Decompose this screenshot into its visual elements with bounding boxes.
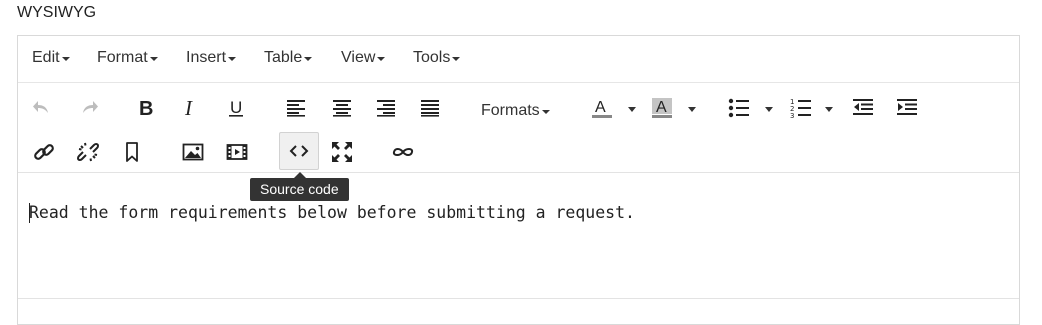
insert-media-button[interactable]	[220, 135, 254, 169]
svg-text:3: 3	[790, 112, 794, 119]
source-code-tooltip: Source code	[250, 172, 349, 201]
numbered-list-button[interactable]: 1 2 3	[784, 91, 818, 125]
bold-icon: B	[139, 98, 153, 118]
underline-icon: U	[229, 98, 243, 117]
align-right-icon	[377, 100, 395, 117]
formats-dropdown[interactable]: Formats	[481, 99, 550, 123]
menu-format[interactable]: Format	[97, 49, 158, 67]
menubar: Edit Format Insert Table View Tools	[18, 36, 1019, 83]
redo-button[interactable]	[72, 91, 106, 125]
menu-edit[interactable]: Edit	[32, 49, 70, 67]
increase-indent-button[interactable]	[890, 91, 924, 125]
italic-button[interactable]: I	[174, 91, 208, 125]
italic-icon: I	[184, 98, 193, 118]
source-code-button[interactable]	[279, 132, 319, 170]
menu-format-label: Format	[97, 49, 148, 66]
numbered-list-caret-icon[interactable]	[825, 107, 833, 112]
menu-table[interactable]: Table	[264, 49, 313, 67]
menu-view-label: View	[341, 49, 376, 66]
numbered-list-icon: 1 2 3	[790, 98, 811, 119]
bookmark-icon	[126, 142, 138, 162]
infinity-icon	[392, 148, 414, 156]
editor-paragraph[interactable]: Read the form requirements below before …	[29, 203, 635, 222]
toolbar: B I U Formats A A 1 2 3	[18, 83, 1019, 173]
align-left-button[interactable]	[279, 91, 313, 125]
fullscreen-button[interactable]	[325, 135, 359, 169]
svg-text:I: I	[184, 98, 193, 118]
text-color-glyph: A	[595, 99, 606, 116]
undo-icon	[33, 101, 48, 113]
chevron-down-icon	[541, 110, 550, 114]
text-color-caret-icon[interactable]	[628, 107, 636, 112]
align-justify-icon	[421, 100, 439, 117]
decrease-indent-button[interactable]	[846, 91, 880, 125]
remove-link-button[interactable]	[71, 135, 105, 169]
unlink-icon	[77, 142, 99, 162]
text-color-button[interactable]: A	[585, 91, 619, 125]
menu-tools-label: Tools	[413, 49, 451, 66]
insert-link-button[interactable]	[27, 135, 61, 169]
film-icon	[226, 144, 248, 160]
bullet-list-icon	[728, 98, 749, 118]
bold-button[interactable]: B	[129, 91, 163, 125]
chevron-down-icon	[61, 57, 70, 61]
bullet-list-button[interactable]	[722, 91, 756, 125]
field-label: WYSIWYG	[17, 4, 97, 21]
menu-view[interactable]: View	[341, 49, 386, 67]
background-color-icon: A	[652, 98, 672, 118]
link-icon	[34, 144, 54, 160]
text-color-icon: A	[592, 99, 612, 118]
image-icon	[182, 143, 204, 161]
underline-button[interactable]: U	[219, 91, 253, 125]
background-color-swatch	[652, 115, 672, 118]
menu-insert-label: Insert	[186, 49, 227, 66]
anchor-button[interactable]	[115, 135, 149, 169]
chevron-down-icon	[377, 57, 386, 61]
background-color-caret-icon[interactable]	[688, 107, 696, 112]
align-right-button[interactable]	[369, 91, 403, 125]
align-center-icon	[333, 100, 351, 117]
wysiwyg-editor: Edit Format Insert Table View Tools B I	[17, 35, 1020, 325]
align-left-icon	[287, 100, 305, 117]
redo-icon	[83, 101, 98, 113]
text-color-swatch	[592, 115, 612, 118]
align-justify-button[interactable]	[413, 91, 447, 125]
formats-label: Formats	[481, 102, 540, 119]
bullet-list-caret-icon[interactable]	[765, 107, 773, 112]
background-color-glyph: A	[656, 99, 667, 116]
visual-aid-button[interactable]	[386, 135, 420, 169]
chevron-down-icon	[228, 57, 237, 61]
menu-tools[interactable]: Tools	[413, 49, 461, 67]
chevron-down-icon	[452, 57, 461, 61]
editor-content-area[interactable]: Read the form requirements below before …	[18, 173, 1019, 299]
indent-icon	[897, 99, 917, 115]
align-center-button[interactable]	[325, 91, 359, 125]
menu-insert[interactable]: Insert	[186, 49, 237, 67]
fullscreen-icon	[332, 142, 352, 162]
svg-text:B: B	[139, 98, 153, 118]
undo-button[interactable]	[25, 91, 59, 125]
chevron-down-icon	[304, 57, 313, 61]
background-color-button[interactable]: A	[645, 91, 679, 125]
chevron-down-icon	[149, 57, 158, 61]
code-icon	[289, 145, 309, 157]
menu-edit-label: Edit	[32, 49, 60, 66]
insert-image-button[interactable]	[176, 135, 210, 169]
svg-text:U: U	[230, 98, 242, 117]
menu-table-label: Table	[264, 49, 303, 66]
outdent-icon	[853, 99, 873, 115]
